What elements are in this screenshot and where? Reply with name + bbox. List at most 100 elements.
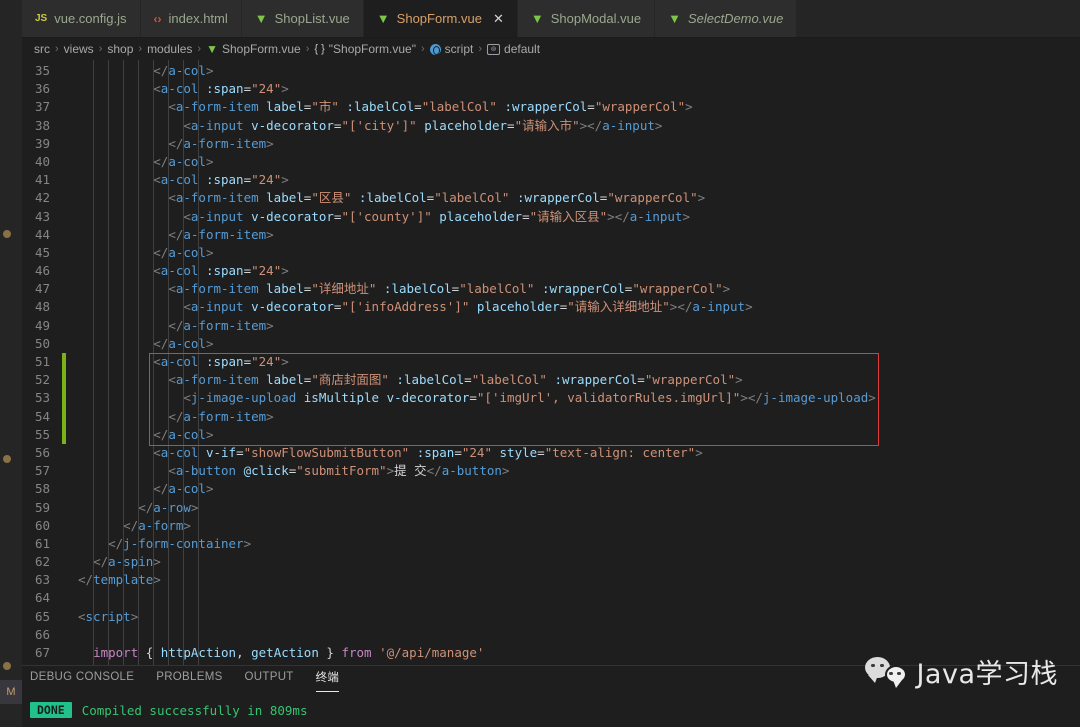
code-text: </a-col> — [153, 244, 214, 260]
code-line[interactable]: 44 </a-form-item> — [22, 226, 1080, 244]
editor-tab-shopmodal-vue[interactable]: ▼ ShopModal.vue — [517, 0, 656, 37]
line-number: 42 — [34, 190, 50, 206]
code-text: </template> — [78, 572, 161, 588]
code-line[interactable]: 46 <a-col :span="24"> — [22, 262, 1080, 280]
code-line[interactable]: 60 </a-form> — [22, 517, 1080, 535]
code-text: </j-form-container> — [108, 535, 252, 551]
code-line[interactable]: 50 </a-col> — [22, 335, 1080, 353]
method-icon — [429, 43, 441, 55]
code-text: <a-form-item label="详细地址" :labelCol="lab… — [168, 281, 731, 297]
editor-tab-bar: JS vue.config.js ‹› index.html ▼ ShopList.vue… — [0, 0, 1080, 38]
code-line[interactable]: 59 </a-row> — [22, 499, 1080, 517]
code-text: </a-form> — [123, 517, 191, 533]
breadcrumb-item-views[interactable]: views — [64, 42, 94, 56]
code-line[interactable]: 56 <a-col v-if="showFlowSubmitButton" :s… — [22, 444, 1080, 462]
wechat-icon — [865, 656, 908, 688]
code-text: </a-form-item> — [168, 317, 274, 333]
code-line[interactable]: 43 <a-input v-decorator="['county']" pla… — [22, 208, 1080, 226]
breadcrumb-item-default[interactable]: ⊚ default — [487, 42, 540, 56]
editor-tab-shoplist-vue[interactable]: ▼ ShopList.vue — [241, 0, 364, 37]
source-control-modified-badge[interactable]: M — [0, 680, 22, 704]
code-line[interactable]: 53 <j-image-upload isMultiple v-decorato… — [22, 389, 1080, 408]
code-line[interactable]: 54 </a-form-item> — [22, 407, 1080, 426]
line-number: 56 — [34, 444, 50, 460]
code-line[interactable]: 38 <a-input v-decorator="['city']" place… — [22, 117, 1080, 135]
code-line[interactable]: 65 <script> — [22, 608, 1080, 626]
line-number: 64 — [34, 590, 50, 606]
breadcrumb-separator: › — [305, 43, 310, 55]
line-number: 39 — [34, 135, 50, 151]
code-line[interactable]: 41 <a-col :span="24"> — [22, 171, 1080, 189]
code-text: </a-col> — [153, 335, 214, 351]
editor-tab-vue-config-js[interactable]: JS vue.config.js — [22, 0, 141, 37]
code-line[interactable]: 45 </a-col> — [22, 244, 1080, 262]
code-line[interactable]: 39 </a-form-item> — [22, 135, 1080, 153]
editor-tab-label: vue.config.js — [54, 11, 127, 26]
breadcrumb-label: ShopForm.vue — [221, 42, 301, 56]
indent-guide — [168, 60, 170, 665]
code-text: </a-col> — [153, 63, 214, 78]
breadcrumb[interactable]: src › views › shop › modules › ▼ ShopForm.vue › { }… — [0, 38, 1080, 60]
panel-tab-debug-console[interactable]: DEBUG CONSOLE — [30, 671, 134, 687]
indent-guide — [108, 60, 110, 665]
line-number: 67 — [34, 645, 50, 660]
code-line[interactable]: 40 </a-col> — [22, 153, 1080, 171]
editor-tab-label: SelectDemo.vue — [687, 11, 784, 26]
activity-bar-strip[interactable]: M — [0, 0, 22, 727]
line-number: 49 — [34, 317, 50, 333]
code-lines[interactable]: 35 </a-col> 36 <a-col :span="24"> 37 <a-fo… — [22, 60, 1080, 665]
code-text: </a-form-item> — [168, 408, 274, 424]
watermark: Java学习栈 — [865, 652, 1058, 691]
line-number: 65 — [34, 608, 50, 624]
code-line[interactable]: 47 <a-form-item label="详细地址" :labelCol="… — [22, 280, 1080, 298]
breadcrumb-item-shop[interactable]: shop — [107, 42, 133, 56]
code-line[interactable]: 63 </template> — [22, 571, 1080, 589]
code-line[interactable]: 52 <a-form-item label="商店封面图" :labelCol=… — [22, 371, 1080, 390]
indent-guide — [138, 60, 140, 665]
line-number: 52 — [34, 372, 50, 388]
code-line[interactable]: 36 <a-col :span="24"> — [22, 80, 1080, 98]
close-icon[interactable]: ✕ — [493, 12, 504, 25]
breadcrumb-separator: › — [197, 43, 202, 55]
code-text: <a-form-item label="商店封面图" :labelCol="la… — [168, 372, 743, 388]
editor-tab-selectdemo-vue[interactable]: ▼ SelectDemo.vue — [655, 0, 798, 37]
code-line[interactable]: 64 — [22, 589, 1080, 607]
line-number: 53 — [34, 390, 50, 406]
code-line[interactable]: 58 </a-col> — [22, 480, 1080, 498]
code-line[interactable]: 62 </a-spin> — [22, 553, 1080, 571]
code-line[interactable]: 61 </j-form-container> — [22, 535, 1080, 553]
panel-tab-problems[interactable]: PROBLEMS — [156, 671, 222, 687]
vscode-window: M JS vue.config.js ‹› index.html ▼ ShopList.v… — [0, 0, 1080, 727]
code-line[interactable]: 55 </a-col> — [22, 425, 1080, 444]
code-line[interactable]: 57 <a-button @click="submitForm">提 交</a-… — [22, 462, 1080, 480]
line-number: 47 — [34, 281, 50, 297]
code-editor[interactable]: 35 </a-col> 36 <a-col :span="24"> 37 <a-fo… — [0, 60, 1080, 665]
editor-tab-index-html[interactable]: ‹› index.html — [140, 0, 242, 37]
panel-tab-output[interactable]: OUTPUT — [245, 671, 294, 687]
code-line[interactable]: 51 <a-col :span="24"> — [22, 353, 1080, 372]
code-line[interactable]: 37 <a-form-item label="市" :labelCol="lab… — [22, 98, 1080, 116]
code-line[interactable]: 48 <a-input v-decorator="['infoAddress']… — [22, 298, 1080, 316]
code-line[interactable]: 66 — [22, 626, 1080, 644]
breadcrumb-separator: › — [421, 43, 425, 55]
line-number: 37 — [34, 99, 50, 115]
code-text: <a-col :span="24"> — [153, 354, 289, 369]
breadcrumb-item-modules[interactable]: modules — [147, 42, 192, 56]
breadcrumb-item-shopformvue[interactable]: ▼ ShopForm.vue — [206, 42, 301, 56]
vue-icon: ▼ — [254, 11, 268, 26]
code-text: </a-spin> — [93, 554, 161, 570]
code-line[interactable]: 42 <a-form-item label="区县" :labelCol="la… — [22, 189, 1080, 207]
breadcrumb-item-script[interactable]: script — [429, 42, 473, 56]
panel-tab---[interactable]: 终端 — [315, 669, 340, 692]
breadcrumb-item-shopformvue[interactable]: { } "ShopForm.vue" — [314, 42, 416, 56]
editor-tab-shopform-vue[interactable]: ▼ ShopForm.vue ✕ — [363, 0, 518, 37]
breadcrumb-item-src[interactable]: src — [34, 42, 50, 56]
code-line[interactable]: 35 </a-col> — [22, 62, 1080, 80]
line-number: 58 — [34, 481, 50, 497]
html-icon: ‹› — [153, 11, 162, 26]
code-line[interactable]: 49 </a-form-item> — [22, 317, 1080, 335]
line-number: 60 — [34, 517, 50, 533]
line-number: 54 — [34, 408, 50, 424]
line-number: 50 — [34, 335, 50, 351]
